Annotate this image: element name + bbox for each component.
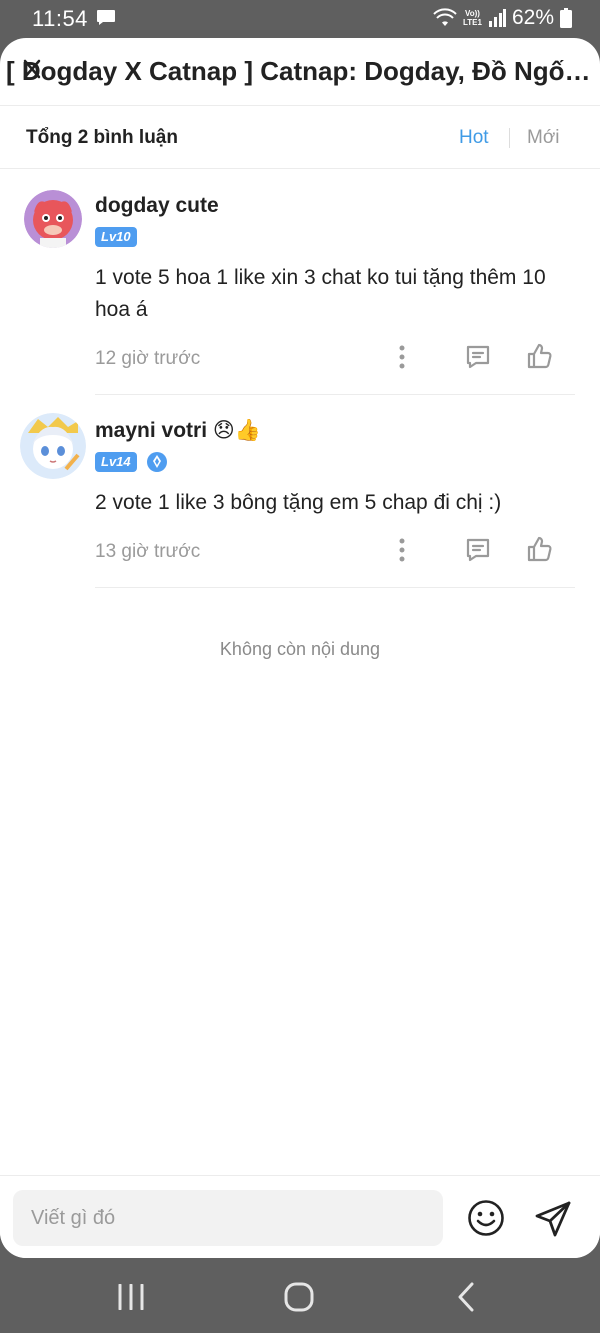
sheet-header: [ Dogday X Catnap ] Catnap: Dogday, Đồ N… — [0, 38, 600, 106]
comment-time: 12 giờ trước — [95, 348, 201, 369]
comment-username[interactable]: mayni votri 😞👍 — [95, 418, 261, 443]
message-icon — [97, 10, 115, 25]
more-vertical-icon[interactable] — [388, 536, 416, 564]
comment-text: 2 vote 1 like 3 bông tặng em 5 chap đi c… — [95, 491, 502, 514]
sort-divider — [509, 128, 510, 148]
comment-username[interactable]: dogday cute — [95, 194, 219, 218]
username-emoji: 😞👍 — [212, 419, 261, 442]
reply-comment-icon[interactable] — [464, 536, 492, 564]
avatar[interactable] — [20, 413, 86, 479]
wifi-icon — [433, 8, 457, 26]
comment-text: 1 vote 5 hoa 1 like xin 3 chat ko tui tặ… — [95, 266, 546, 321]
sort-hot-tab[interactable]: Hot — [459, 127, 489, 149]
thumbs-up-icon[interactable] — [526, 342, 554, 370]
reply-comment-icon[interactable] — [464, 343, 492, 371]
sort-new-tab[interactable]: Mới — [527, 127, 560, 149]
home-icon[interactable] — [284, 1282, 314, 1312]
signal-icon — [488, 9, 506, 27]
close-icon[interactable] — [22, 58, 42, 80]
back-icon[interactable] — [456, 1282, 476, 1312]
comment-composer — [0, 1175, 600, 1258]
comments-sheet: [ Dogday X Catnap ] Catnap: Dogday, Đồ N… — [0, 38, 600, 1258]
status-time: 11:54 — [32, 6, 88, 31]
comment-time: 13 giờ trước — [95, 541, 201, 562]
battery-percentage: 62% — [511, 6, 554, 29]
send-icon[interactable] — [533, 1199, 573, 1239]
status-bar: 11:54 Vo)) LTE1 62% — [0, 0, 600, 38]
comment-separator — [95, 587, 575, 588]
comment-count: Tổng 2 bình luận — [26, 127, 178, 148]
volte-indicator: Vo)) LTE1 — [463, 9, 482, 27]
end-of-list-note: Không còn nội dung — [219, 639, 381, 659]
thumbs-up-icon[interactable] — [526, 535, 554, 563]
comment-separator — [95, 394, 575, 395]
vip-badge-icon — [147, 452, 167, 472]
system-navigation-bar — [0, 1258, 600, 1333]
more-vertical-icon[interactable] — [388, 343, 416, 371]
recent-apps-icon[interactable] — [117, 1284, 145, 1310]
story-title: [ Dogday X Catnap ] Catnap: Dogday, Đồ N… — [6, 56, 596, 86]
comment-summary-bar: Tổng 2 bình luận Hot Mới — [0, 107, 600, 169]
status-indicators: Vo)) LTE1 62% — [433, 6, 572, 30]
battery-icon — [560, 8, 572, 28]
smiley-icon[interactable] — [467, 1199, 505, 1237]
comment-input[interactable] — [13, 1190, 443, 1246]
level-badge: Lv10 — [95, 227, 137, 247]
avatar[interactable] — [24, 190, 82, 248]
level-badge: Lv14 — [95, 452, 137, 472]
